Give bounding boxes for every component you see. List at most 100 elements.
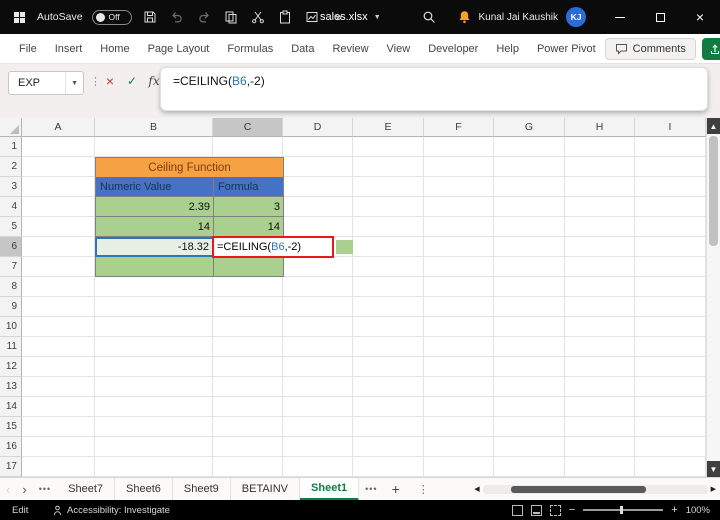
cell-A13[interactable] [22,377,95,397]
ribbon-tab-review[interactable]: Review [323,34,377,64]
column-header-A[interactable]: A [22,118,95,137]
cell-I2[interactable] [635,157,706,177]
cell-D11[interactable] [283,337,353,357]
cell-H16[interactable] [565,437,635,457]
ribbon-tab-data[interactable]: Data [282,34,323,64]
cell-H12[interactable] [565,357,635,377]
zoom-level[interactable]: 100% [686,505,710,516]
cell-B10[interactable] [95,317,213,337]
cell-F7[interactable] [424,257,494,277]
cell-E12[interactable] [353,357,424,377]
cell-G13[interactable] [494,377,565,397]
cell-G11[interactable] [494,337,565,357]
cell-C7[interactable] [214,257,284,277]
ribbon-tab-help[interactable]: Help [487,34,528,64]
cell-H14[interactable] [565,397,635,417]
cell-I3[interactable] [635,177,706,197]
vertical-scrollbar-thumb[interactable] [709,136,718,246]
cell-D13[interactable] [283,377,353,397]
cell-G5[interactable] [494,217,565,237]
accessibility-status[interactable]: Accessibility: Investigate [52,505,170,516]
cell-I4[interactable] [635,197,706,217]
row-header-17[interactable]: 17 [0,457,22,477]
autosave-toggle[interactable]: Off [91,9,132,25]
cell-I12[interactable] [635,357,706,377]
cell-F6[interactable] [424,237,494,257]
cell-E4[interactable] [353,197,424,217]
chart-icon[interactable] [303,8,321,26]
cell-E2[interactable] [353,157,424,177]
avatar[interactable]: KJ [566,7,586,27]
cell-B1[interactable] [95,137,213,157]
cell-I7[interactable] [635,257,706,277]
row-header-3[interactable]: 3 [0,177,22,197]
cell-I11[interactable] [635,337,706,357]
column-header-E[interactable]: E [353,118,424,137]
cell-H1[interactable] [565,137,635,157]
cell-E15[interactable] [353,417,424,437]
cell-E10[interactable] [353,317,424,337]
vertical-scrollbar[interactable]: ▲ ▼ [706,118,720,477]
cell-F3[interactable] [424,177,494,197]
cell-B9[interactable] [95,297,213,317]
cell-I17[interactable] [635,457,706,477]
comments-button[interactable]: Comments [604,37,696,60]
add-sheet-button[interactable]: + [384,481,408,497]
cell-D1[interactable] [283,137,353,157]
row-header-9[interactable]: 9 [0,297,22,317]
sheet-list-icon[interactable]: ••• [33,484,57,494]
select-all-corner[interactable] [0,118,22,137]
column-header-B[interactable]: B [95,118,213,137]
cell-B4[interactable]: 2.39 [95,197,214,217]
cell-G2[interactable] [494,157,565,177]
cell-A6[interactable] [22,237,95,257]
sheet-tab-sheet1[interactable]: Sheet1 [300,477,360,501]
bell-icon[interactable] [456,8,474,26]
cell-B17[interactable] [95,457,213,477]
cell-G7[interactable] [494,257,565,277]
cell-H3[interactable] [565,177,635,197]
cell-B13[interactable] [95,377,213,397]
cell-E7[interactable] [353,257,424,277]
cell-G4[interactable] [494,197,565,217]
sheet-tab-sheet6[interactable]: Sheet6 [115,477,173,501]
cell-B7[interactable] [95,257,214,277]
cell-B12[interactable] [95,357,213,377]
cell-F14[interactable] [424,397,494,417]
row-header-14[interactable]: 14 [0,397,22,417]
search-icon[interactable] [420,8,438,26]
share-button[interactable]: ▼ [701,37,720,60]
cell-B16[interactable] [95,437,213,457]
cell-G10[interactable] [494,317,565,337]
normal-view-icon[interactable] [511,504,523,516]
ribbon-tab-formulas[interactable]: Formulas [218,34,282,64]
cell-D4[interactable] [283,197,353,217]
cell-A8[interactable] [22,277,95,297]
cell-I14[interactable] [635,397,706,417]
cell-G16[interactable] [494,437,565,457]
cell-C15[interactable] [213,417,283,437]
cell-D10[interactable] [283,317,353,337]
cell-G8[interactable] [494,277,565,297]
cell-B3[interactable]: Numeric Value [95,177,214,197]
redo-icon[interactable] [195,8,213,26]
cell-H11[interactable] [565,337,635,357]
cell-F16[interactable] [424,437,494,457]
cell-B15[interactable] [95,417,213,437]
cell-C10[interactable] [213,317,283,337]
chevron-down-icon[interactable]: ▼ [65,72,83,94]
cell-F10[interactable] [424,317,494,337]
cell-C13[interactable] [213,377,283,397]
row-header-12[interactable]: 12 [0,357,22,377]
cell-I6[interactable] [635,237,706,257]
cell-H4[interactable] [565,197,635,217]
cell-H13[interactable] [565,377,635,397]
sheet-nav-left-icon[interactable]: ‹ [0,482,16,497]
cell-D9[interactable] [283,297,353,317]
copy-icon[interactable] [222,8,240,26]
cell-F1[interactable] [424,137,494,157]
ribbon-tab-view[interactable]: View [378,34,420,64]
horizontal-scrollbar-thumb[interactable] [510,485,646,493]
row-header-8[interactable]: 8 [0,277,22,297]
cell-A16[interactable] [22,437,95,457]
